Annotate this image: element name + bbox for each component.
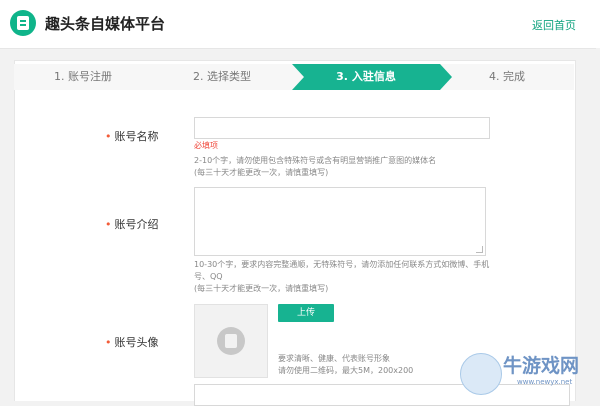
avatar-preview [194,304,268,378]
scrollbar[interactable] [596,48,600,400]
account-intro-hint-cont: 号、QQ [194,272,223,281]
platform-title: 趣头条自媒体平台 [45,15,166,33]
mascot-logo-icon [460,353,502,395]
required-star: • [105,218,112,231]
account-avatar-label: • 账号头像 [105,336,159,349]
account-intro-hint-note: (每三十天才能更改一次，请慎重填写) [194,284,329,293]
required-star: • [105,336,112,349]
account-intro-label: • 账号介绍 [105,218,159,231]
step-register: 1. 账号注册 [14,64,152,90]
account-name-hint-note: (每三十天才能更改一次，请慎重填写) [194,168,329,177]
watermark-text: 牛游戏网 [503,355,580,377]
qutoutiao-logo-icon[interactable] [10,10,36,36]
account-intro-textarea[interactable] [194,187,486,256]
step-select-type: 2. 选择类型 [152,64,292,90]
top-bar: 趣头条自媒体平台 返回首页 [0,0,600,49]
step-divider-3 [440,64,452,90]
account-name-label: • 账号名称 [105,130,159,143]
watermark-url: www.newyx.net [517,378,573,386]
account-name-input[interactable] [194,117,490,139]
progress-steps: 1. 账号注册 2. 选择类型 3. 入驻信息 4. 完成 [14,64,574,90]
avatar-hint-size: 请勿使用二维码，最大5M，200x200 [278,366,414,375]
avatar-hint: 要求清晰、健康、代表账号形象 [278,354,390,363]
watermark: 牛游戏网 www.newyx.net [455,345,595,400]
avatar-placeholder-icon [217,327,245,355]
resize-grip-icon[interactable] [476,246,483,253]
required-star: • [105,130,112,143]
step-divider-2 [292,64,304,90]
account-name-error: 必填项 [194,141,218,150]
step-complete: 4. 完成 [440,64,574,90]
step-settle-info: 3. 入驻信息 [292,64,440,90]
account-name-hint: 2-10个字，请勿使用包含特殊符号或含有明显营销推广意图的媒体名 [194,156,437,165]
account-intro-hint: 10-30个字，要求内容完整通顺，无特殊符号，请勿添加任何联系方式如微博、手机 [194,260,490,269]
return-home-link[interactable]: 返回首页 [532,17,576,33]
upload-button[interactable]: 上传 [278,304,334,322]
